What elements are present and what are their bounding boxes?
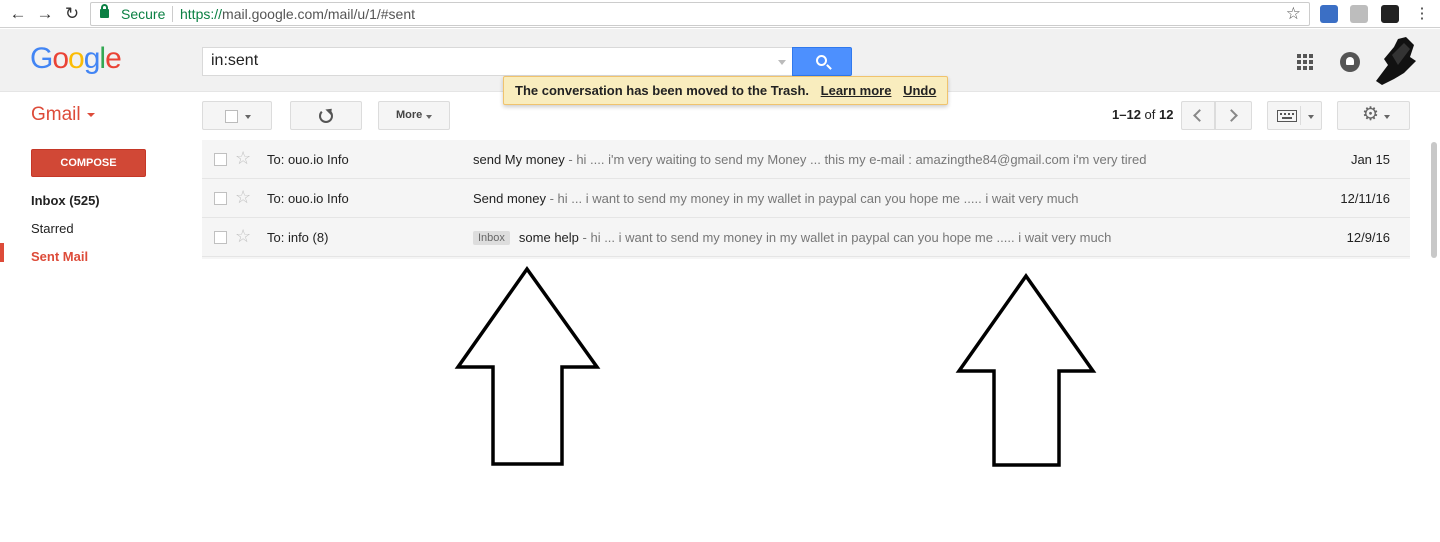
- table-row[interactable]: ☆ To: info (8) Inbox some help - hi ... i…: [202, 218, 1410, 257]
- row-checkbox[interactable]: [214, 192, 227, 205]
- search-button[interactable]: [792, 47, 852, 76]
- up-arrow-annotation: [454, 265, 601, 466]
- forward-arrow-icon[interactable]: →: [35, 4, 55, 24]
- older-button[interactable]: [1215, 101, 1252, 130]
- settings-gear-icon: ⚙: [1362, 104, 1380, 125]
- row-date: Jan 15: [1350, 152, 1390, 167]
- table-row[interactable]: ☆ To: ouo.io Info Send money - hi ... i …: [202, 179, 1410, 218]
- sidebar-item-sent-mail[interactable]: Sent Mail: [31, 249, 88, 264]
- chevron-down-icon: [1308, 115, 1314, 119]
- trash-notice-toast: The conversation has been moved to the T…: [503, 76, 949, 105]
- row-sender: To: info (8): [267, 230, 329, 245]
- row-sender: To: ouo.io Info: [267, 152, 349, 167]
- lock-icon: [100, 4, 109, 18]
- chevron-down-icon: [86, 112, 95, 117]
- row-subject: send My money: [473, 152, 565, 167]
- notifications-icon[interactable]: [1340, 52, 1360, 72]
- row-subject-line: send My money - hi .... i'm very waiting…: [473, 152, 1146, 167]
- url-scheme: https://: [180, 6, 223, 22]
- undo-link[interactable]: Undo: [903, 83, 936, 98]
- reload-icon[interactable]: ↻: [62, 4, 82, 24]
- toast-message: The conversation has been moved to the T…: [515, 83, 810, 98]
- gmail-app-label: Gmail: [31, 104, 81, 125]
- gmail-app-switcher[interactable]: Gmail: [31, 104, 95, 126]
- secure-label: Secure: [121, 6, 166, 22]
- newer-button[interactable]: [1181, 101, 1215, 130]
- row-checkbox[interactable]: [214, 153, 227, 166]
- input-tools-button[interactable]: [1267, 101, 1322, 130]
- chevron-down-icon: [245, 115, 251, 119]
- row-date: 12/9/16: [1346, 230, 1390, 245]
- url-path: mail.google.com/mail/u/1/#sent: [222, 6, 416, 22]
- row-snippet: - hi ... i want to send my money in my w…: [578, 230, 1112, 245]
- keyboard-icon: [1277, 110, 1297, 122]
- star-icon[interactable]: ☆: [235, 149, 251, 167]
- refresh-button[interactable]: [290, 101, 362, 130]
- chevron-down-icon: [426, 115, 432, 119]
- message-list: ☆ To: ouo.io Info send My money - hi ...…: [202, 140, 1410, 259]
- select-checkbox[interactable]: [225, 110, 238, 123]
- row-subject: some help: [518, 230, 579, 245]
- tab-extension-icon[interactable]: [1381, 5, 1399, 23]
- address-bar[interactable]: Secure https://mail.google.com/mail/u/1/…: [90, 2, 1310, 26]
- star-icon[interactable]: ☆: [235, 227, 251, 245]
- more-button[interactable]: More: [378, 101, 450, 130]
- row-snippet: - hi .... i'm very waiting to send my Mo…: [564, 152, 1147, 167]
- search-box: [202, 47, 792, 76]
- button-divider: [1300, 106, 1301, 125]
- sidebar-item-starred[interactable]: Starred: [31, 221, 74, 236]
- row-date: 12/11/16: [1340, 191, 1390, 206]
- pin-extension-icon[interactable]: [1350, 5, 1368, 23]
- active-nav-indicator: [0, 243, 4, 262]
- search-input[interactable]: [211, 52, 751, 70]
- pager-of: of: [1144, 107, 1156, 122]
- row-snippet: - hi ... i want to send my money in my w…: [546, 191, 1079, 206]
- bookmark-star-icon[interactable]: ☆: [1286, 4, 1301, 24]
- up-arrow-annotation: [955, 272, 1097, 467]
- chevron-right-icon: [1225, 109, 1238, 122]
- more-label: More: [396, 109, 423, 121]
- settings-button[interactable]: ⚙: [1337, 101, 1410, 130]
- browser-menu-icon[interactable]: ⋮: [1412, 4, 1432, 24]
- refresh-icon: [319, 109, 333, 123]
- chevron-left-icon: [1193, 109, 1206, 122]
- pager-range: 1–12: [1112, 107, 1141, 122]
- inbox-label-badge[interactable]: Inbox: [473, 231, 510, 245]
- avatar[interactable]: [1370, 35, 1418, 85]
- star-icon[interactable]: ☆: [235, 188, 251, 206]
- pager-total: 12: [1159, 107, 1174, 122]
- row-subject: Send money: [473, 191, 546, 206]
- row-subject-line: Send money - hi ... i want to send my mo…: [473, 191, 1079, 206]
- back-arrow-icon[interactable]: ←: [8, 4, 28, 24]
- compose-button[interactable]: COMPOSE: [31, 149, 146, 177]
- scrollbar[interactable]: [1428, 140, 1440, 260]
- scrollbar-thumb[interactable]: [1431, 142, 1437, 258]
- learn-more-link[interactable]: Learn more: [821, 83, 892, 98]
- apps-grid-icon[interactable]: [1297, 54, 1313, 70]
- browser-toolbar: ← → ↻ Secure https://mail.google.com/mai…: [0, 0, 1440, 28]
- sidebar-item-inbox[interactable]: Inbox (525): [31, 193, 100, 208]
- row-subject-line: Inbox some help - hi ... i want to send m…: [473, 230, 1111, 245]
- url-divider: [172, 6, 173, 22]
- table-row[interactable]: ☆ To: ouo.io Info send My money - hi ...…: [202, 140, 1410, 179]
- search-options-caret-icon[interactable]: [778, 60, 786, 65]
- chevron-down-icon: [1384, 115, 1390, 119]
- row-sender: To: ouo.io Info: [267, 191, 349, 206]
- google-logo[interactable]: Google: [30, 42, 122, 76]
- extension-icon[interactable]: [1320, 5, 1338, 23]
- url-text[interactable]: https://mail.google.com/mail/u/1/#sent: [180, 6, 415, 22]
- select-all-button[interactable]: [202, 101, 272, 130]
- pager-count: 1–12 of 12: [1112, 107, 1173, 122]
- search-icon: [816, 55, 827, 66]
- row-checkbox[interactable]: [214, 231, 227, 244]
